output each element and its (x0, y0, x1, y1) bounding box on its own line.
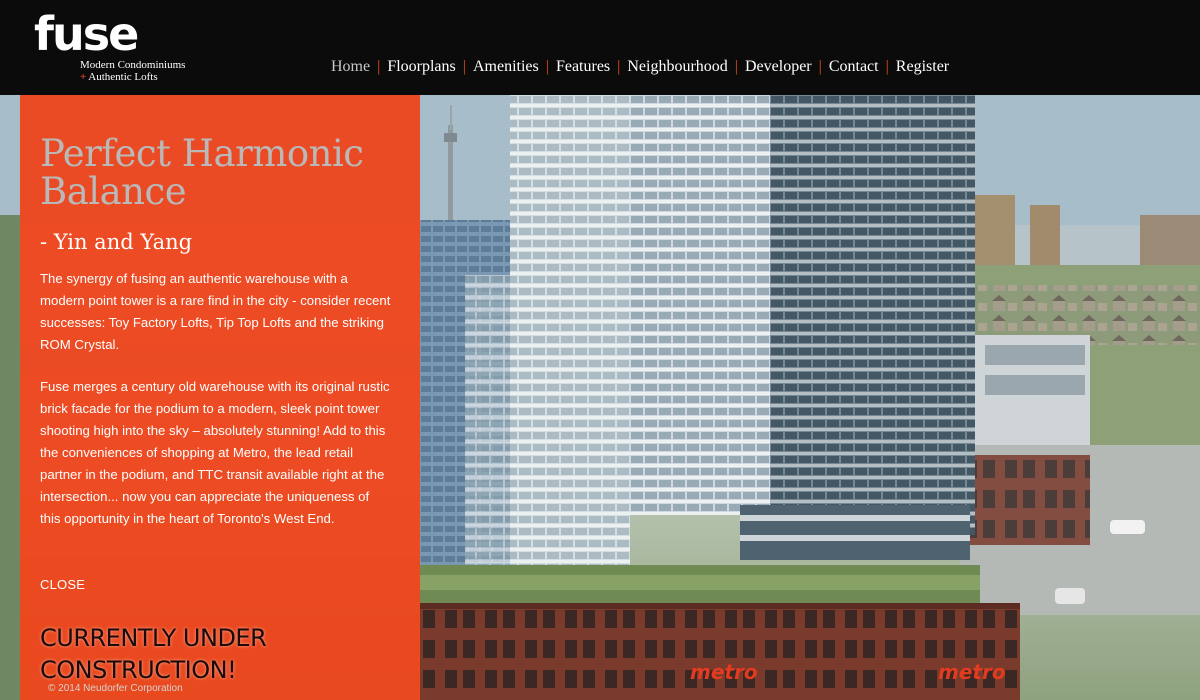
metro-sign-right: metro (938, 660, 1006, 684)
site-header: fuse Modern Condominiums + Authentic Loft… (0, 0, 1200, 95)
plus-icon: + (80, 71, 87, 83)
construction-banner: CURRENTLY UNDER CONSTRUCTION! (40, 624, 267, 684)
nav-home[interactable]: Home (325, 58, 376, 76)
close-panel-link[interactable]: CLOSE (40, 577, 85, 592)
intro-paragraph-1: The synergy of fusing an authentic wareh… (40, 271, 391, 352)
nav-neighbourhood[interactable]: Neighbourhood (621, 58, 733, 76)
copyright-notice: © 2014 Neudorfer Corporation (48, 683, 183, 694)
intro-paragraph-2: Fuse merges a century old warehouse with… (40, 379, 390, 526)
fuse-logo[interactable]: fuse Modern Condominiums + Authentic Loft… (34, 8, 214, 88)
logo-tagline-lofts-text: Authentic Lofts (88, 71, 158, 83)
logo-wordmark: fuse (34, 7, 139, 61)
intro-content-panel: Perfect Harmonic Balance - Yin and Yang … (20, 95, 420, 700)
page-subtitle: - Yin and Yang (40, 230, 193, 254)
nav-register[interactable]: Register (890, 58, 955, 76)
metro-sign-left: metro (690, 660, 758, 684)
main-navigation: Home | Floorplans | Amenities | Features… (325, 56, 955, 78)
nav-developer[interactable]: Developer (739, 58, 818, 76)
logo-tagline-lofts: + Authentic Lofts (80, 71, 158, 83)
page-title: Perfect Harmonic Balance (40, 132, 364, 213)
nav-amenities[interactable]: Amenities (467, 58, 545, 76)
nav-floorplans[interactable]: Floorplans (381, 58, 461, 76)
nav-features[interactable]: Features (550, 58, 616, 76)
nav-contact[interactable]: Contact (823, 58, 885, 76)
logo-tagline-condominiums: Modern Condominiums (80, 59, 186, 71)
